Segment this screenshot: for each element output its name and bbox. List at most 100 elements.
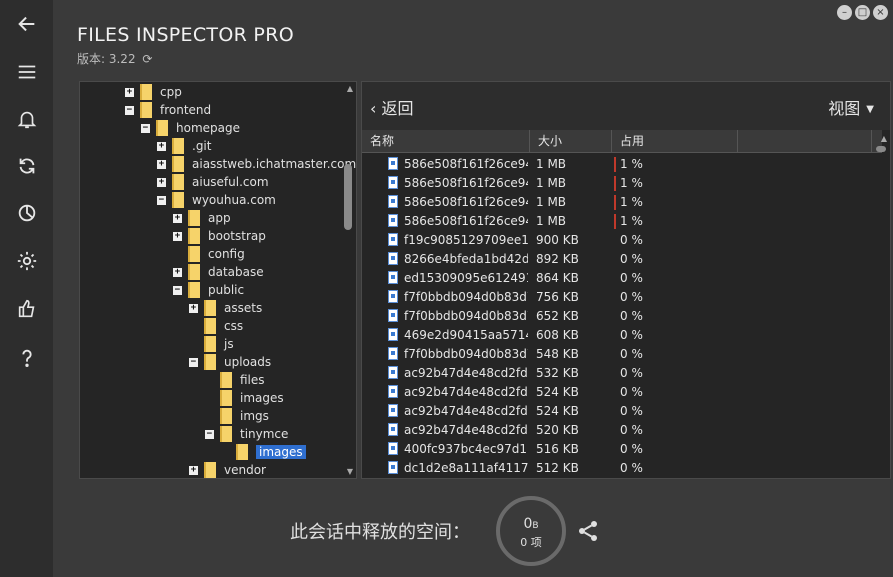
table-row[interactable]: 8266e4bfeda1bd42d8f... 892 KB 0 % <box>362 250 872 269</box>
tree-item[interactable]: + aiuseful.com <box>157 173 269 191</box>
tree-item[interactable]: + aiasstweb.ichatmaster.com <box>157 155 356 173</box>
share-icon[interactable] <box>576 519 600 543</box>
tree-item[interactable]: imgs <box>205 407 269 425</box>
tree-item[interactable]: + cpp <box>125 83 182 101</box>
folder-icon <box>220 372 232 388</box>
table-row[interactable]: 586e508f161f26ce946... 1 MB 1 % <box>362 193 872 212</box>
tree-item[interactable]: files <box>205 371 265 389</box>
collapse-icon[interactable]: − <box>157 195 166 205</box>
table-row[interactable]: f7f0bbdb094d0b83d7... 756 KB 0 % <box>362 288 872 307</box>
table-row[interactable]: dc1d2e8a111af41176f... 512 KB 0 % <box>362 459 872 478</box>
table-row[interactable]: 400fc937bc4ec97d113... 516 KB 0 % <box>362 440 872 459</box>
file-usage: 0 % <box>620 328 643 342</box>
maximize-button[interactable]: □ <box>855 5 870 20</box>
file-name: dc1d2e8a111af41176f... <box>404 461 528 475</box>
folder-tree[interactable]: + cpp − frontend − homepage + .git + aiasstweb.ic… <box>79 81 357 479</box>
tree-item[interactable]: − uploads <box>189 353 271 371</box>
scroll-down-icon[interactable]: ▼ <box>347 467 353 476</box>
file-name: ac92b47d4e48cd2fd0... <box>404 366 528 380</box>
tree-item-label: cpp <box>160 85 182 99</box>
view-dropdown[interactable]: 视图 ▼ <box>828 95 874 119</box>
file-size: 532 KB <box>536 366 579 380</box>
column-usage-header[interactable]: 占用 <box>612 130 738 152</box>
collapse-icon[interactable]: − <box>125 105 134 115</box>
refresh-icon[interactable]: ⟳ <box>142 52 152 66</box>
table-row[interactable]: 586e508f161f26ce946... 1 MB 1 % <box>362 174 872 193</box>
tree-item[interactable]: − homepage <box>141 119 240 137</box>
tree-item[interactable]: − frontend <box>125 101 211 119</box>
back-button[interactable]: ‹ 返回 <box>370 95 414 119</box>
tree-item[interactable]: − wyouhua.com <box>157 191 276 209</box>
table-row[interactable]: ac92b47d4e48cd2fd0... 524 KB 0 % <box>362 402 872 421</box>
file-usage: 0 % <box>620 290 643 304</box>
tree-item[interactable]: − tinymce <box>205 425 288 443</box>
file-table: 名称 大小 占用 586e508f161f26ce946...1 MB1 %58… <box>362 130 890 478</box>
tree-item[interactable]: − public <box>173 281 244 299</box>
tree-item[interactable]: css <box>189 317 243 335</box>
table-scroll-up-icon[interactable]: ▲ <box>881 134 887 143</box>
column-name-header[interactable]: 名称 <box>362 130 530 152</box>
expand-icon[interactable]: + <box>173 213 182 223</box>
help-icon[interactable] <box>0 338 53 378</box>
tree-item-label: homepage <box>176 121 240 135</box>
window-controls: – □ × <box>837 5 888 20</box>
collapse-icon[interactable]: − <box>141 123 150 133</box>
back-arrow-icon[interactable] <box>0 4 53 44</box>
close-button[interactable]: × <box>873 5 888 20</box>
tree-item[interactable]: + database <box>173 263 264 281</box>
thumbs-up-icon[interactable] <box>0 289 53 329</box>
tree-item[interactable]: images <box>221 443 306 461</box>
expand-icon[interactable]: + <box>189 303 198 313</box>
file-size: 524 KB <box>536 385 579 399</box>
expand-icon[interactable]: + <box>157 177 166 187</box>
bell-icon[interactable] <box>0 99 53 139</box>
table-row[interactable]: ac92b47d4e48cd2fd0... 524 KB 0 % <box>362 383 872 402</box>
gear-icon[interactable] <box>0 241 53 281</box>
expand-icon[interactable]: + <box>173 267 182 277</box>
table-scrollbar-thumb[interactable] <box>876 146 886 152</box>
expand-icon[interactable]: + <box>157 141 166 151</box>
tree-item[interactable]: + bootstrap <box>173 227 266 245</box>
table-row[interactable]: f7f0bbdb094d0b83d7... 652 KB 0 % <box>362 307 872 326</box>
table-row[interactable]: ac92b47d4e48cd2fd0... 520 KB 0 % <box>362 421 872 440</box>
tree-item[interactable]: + .git <box>157 137 211 155</box>
usage-bar <box>614 176 616 191</box>
usage-bar <box>614 157 616 172</box>
table-row[interactable]: f19c9085129709ee14d... 900 KB 0 % <box>362 231 872 250</box>
folder-icon <box>204 300 216 316</box>
image-file-icon <box>388 423 398 436</box>
tree-item-label: app <box>208 211 231 225</box>
menu-icon[interactable] <box>0 52 53 92</box>
expand-icon[interactable]: + <box>189 465 198 475</box>
collapse-icon[interactable]: − <box>205 429 214 439</box>
column-size-header[interactable]: 大小 <box>530 130 612 152</box>
file-name: 586e508f161f26ce946... <box>404 214 528 228</box>
file-usage: 0 % <box>620 366 643 380</box>
tree-scrollbar-thumb[interactable] <box>344 164 352 230</box>
collapse-icon[interactable]: − <box>189 357 198 367</box>
collapse-icon[interactable]: − <box>173 285 182 295</box>
tree-item[interactable]: images <box>205 389 284 407</box>
scroll-up-icon[interactable]: ▲ <box>347 84 353 93</box>
tree-item[interactable]: js <box>189 335 234 353</box>
expand-icon[interactable]: + <box>173 231 182 241</box>
pie-chart-icon[interactable] <box>0 193 53 233</box>
expand-icon[interactable]: + <box>157 159 166 169</box>
expand-icon[interactable]: + <box>125 87 134 97</box>
tree-item[interactable]: config <box>173 245 245 263</box>
table-row[interactable]: 469e2d90415aa571488... 608 KB 0 % <box>362 326 872 345</box>
refresh-icon[interactable] <box>0 146 53 186</box>
tree-item[interactable]: + assets <box>189 299 262 317</box>
table-row[interactable]: f7f0bbdb094d0b83d7... 548 KB 0 % <box>362 345 872 364</box>
table-row[interactable]: ac92b47d4e48cd2fd0... 532 KB 0 % <box>362 364 872 383</box>
tree-item[interactable]: + vendor <box>189 461 266 478</box>
table-row[interactable]: 586e508f161f26ce946... 1 MB 1 % <box>362 212 872 231</box>
table-row[interactable]: 586e508f161f26ce946... 1 MB 1 % <box>362 155 872 174</box>
table-row[interactable]: ed15309095e612491ee... 864 KB 0 % <box>362 269 872 288</box>
minimize-button[interactable]: – <box>837 5 852 20</box>
tree-item[interactable]: + app <box>173 209 231 227</box>
tree-item-label: images <box>256 445 306 459</box>
